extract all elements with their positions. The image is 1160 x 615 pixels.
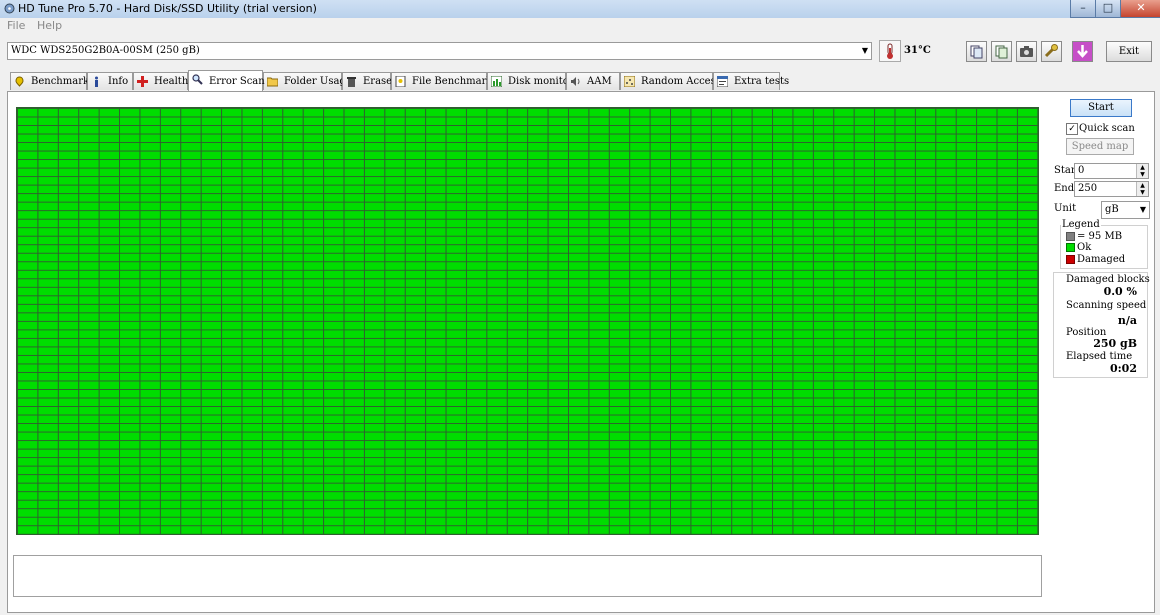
- thermometer-icon: [879, 40, 901, 62]
- magnifier-icon: [192, 74, 203, 85]
- unit-select[interactable]: gB ▼: [1101, 201, 1150, 219]
- chevron-down-icon: ▼: [1139, 205, 1146, 214]
- scanning-speed-label: Scanning speed: [1066, 300, 1147, 311]
- damaged-blocks-label: Damaged blocks: [1066, 274, 1150, 285]
- health-icon: [137, 76, 148, 87]
- extra-tests-icon: [717, 76, 728, 87]
- unit-select-value: gB: [1105, 204, 1119, 215]
- menu-bar: File Help: [0, 18, 1160, 34]
- disk-monitor-icon: [491, 76, 502, 87]
- camera-icon: [1020, 46, 1033, 57]
- benchmark-icon: [15, 76, 24, 87]
- tab-health[interactable]: Health: [133, 72, 188, 90]
- start-input-value: 0: [1078, 165, 1085, 176]
- close-button[interactable]: ✕: [1120, 0, 1160, 18]
- chevron-down-icon: ▼: [861, 46, 868, 55]
- file-benchmark-icon: [395, 76, 406, 87]
- tab-disk-monitor[interactable]: Disk monitor: [487, 72, 574, 90]
- elapsed-time-value: 0:02: [1109, 362, 1137, 375]
- start-button[interactable]: Start: [1070, 99, 1132, 117]
- options-button[interactable]: [1041, 41, 1062, 62]
- legend-title: Legend: [1061, 219, 1101, 230]
- legend-block-size: = 95 MB: [1066, 231, 1122, 242]
- tab-extra-tests[interactable]: Extra tests: [713, 72, 789, 90]
- tab-folder-usage[interactable]: Folder Usage: [263, 72, 352, 90]
- save-button[interactable]: [1072, 41, 1093, 62]
- quick-scan-label: Quick scan: [1079, 123, 1135, 134]
- end-input-value: 250: [1078, 183, 1098, 194]
- title-bar: HD Tune Pro 5.70 - Hard Disk/SSD Utility…: [0, 0, 1160, 18]
- tab-info[interactable]: Info: [87, 72, 133, 90]
- copy-all-button[interactable]: [991, 41, 1012, 62]
- info-icon: [95, 76, 98, 87]
- wrench-icon: [1044, 44, 1058, 58]
- menu-file[interactable]: File: [7, 19, 25, 32]
- minimize-button[interactable]: –: [1070, 0, 1096, 18]
- menu-help[interactable]: Help: [37, 19, 62, 32]
- position-value: 250 gB: [1093, 337, 1137, 350]
- end-input[interactable]: 250 ▲ ▼: [1074, 181, 1149, 197]
- drive-select[interactable]: WDC WDS250G2B0A-00SM (250 gB) ▼: [7, 42, 872, 60]
- tab-aam[interactable]: AAM: [566, 72, 620, 90]
- start-input[interactable]: 0 ▲ ▼: [1074, 163, 1149, 179]
- spin-arrows-icon[interactable]: ▲ ▼: [1136, 164, 1148, 178]
- speed-map-button[interactable]: Speed map: [1066, 138, 1134, 155]
- legend-damaged: Damaged: [1066, 254, 1125, 265]
- legend-ok: Ok: [1066, 242, 1091, 253]
- block-swatch: [1066, 232, 1075, 241]
- damaged-blocks-value: 0.0 %: [1103, 285, 1137, 298]
- copy-all-icon: [995, 45, 1008, 59]
- tab-error-scan[interactable]: Error Scan: [188, 70, 265, 91]
- unit-label: Unit: [1054, 203, 1077, 214]
- log-box: [13, 555, 1042, 597]
- tab-random-access[interactable]: Random Access: [620, 72, 721, 90]
- arrow-down-icon: [1077, 45, 1088, 58]
- app-icon: [4, 3, 15, 14]
- tab-file-benchmark[interactable]: File Benchmark: [391, 72, 492, 90]
- copy-info-button[interactable]: [966, 41, 987, 62]
- trash-icon: [347, 77, 356, 87]
- exit-button[interactable]: Exit: [1106, 41, 1152, 62]
- copy-icon: [970, 45, 983, 59]
- speaker-icon: [571, 77, 580, 86]
- spin-arrows-icon[interactable]: ▲ ▼: [1136, 182, 1148, 196]
- ok-swatch: [1066, 243, 1075, 252]
- window-title: HD Tune Pro 5.70 - Hard Disk/SSD Utility…: [18, 2, 317, 15]
- random-access-icon: [624, 76, 635, 87]
- damaged-swatch: [1066, 255, 1075, 264]
- temperature-value: 31°C: [904, 45, 931, 56]
- scanning-speed-value: n/a: [1117, 314, 1137, 327]
- folder-icon: [267, 77, 278, 87]
- elapsed-time-label: Elapsed time: [1066, 351, 1133, 362]
- end-label: End: [1054, 183, 1075, 194]
- maximize-button[interactable]: □: [1095, 0, 1121, 18]
- tab-benchmark[interactable]: Benchmark: [10, 72, 89, 90]
- quick-scan-checkbox[interactable]: ✓: [1066, 123, 1078, 135]
- screenshot-button[interactable]: [1016, 41, 1037, 62]
- drive-select-value: WDC WDS250G2B0A-00SM (250 gB): [11, 45, 200, 56]
- tab-erase[interactable]: Erase: [342, 72, 392, 90]
- block-map: [16, 107, 1039, 535]
